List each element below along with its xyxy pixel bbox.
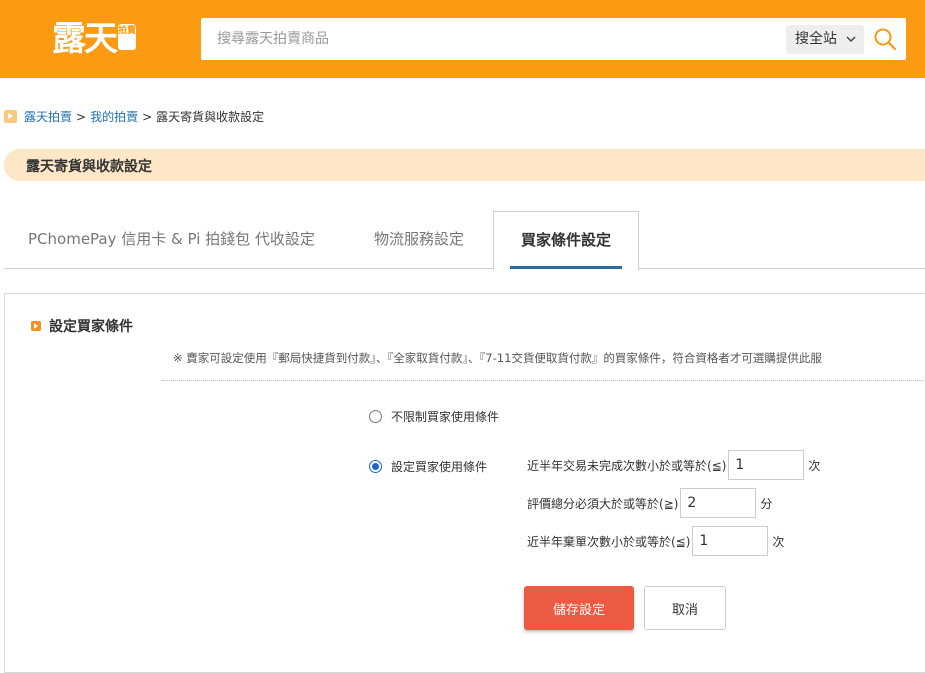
page-title: 露天寄貨與收款設定 — [26, 159, 152, 175]
dotted-divider — [162, 380, 925, 381]
condition-abandoned-orders: 近半年棄單次數小於或等於(≦) 次 — [527, 526, 784, 556]
search-scope-select[interactable]: 搜全站 — [786, 25, 864, 54]
rating-score-input[interactable] — [680, 488, 757, 518]
active-tab-indicator — [510, 266, 622, 269]
incomplete-transactions-input[interactable] — [728, 450, 805, 480]
radio-button[interactable] — [369, 410, 382, 423]
condition-rating-score: 評價總分必須大於或等於(≧) 分 — [527, 488, 772, 518]
section-title: 設定買家條件 — [49, 319, 133, 335]
condition-label: 評價總分必須大於或等於(≧) — [527, 496, 679, 511]
buyer-conditions-panel: 設定買家條件 ※ 賣家可設定使用『郵局快捷貨到付款』、『全家取貨付款』、『7-1… — [4, 293, 925, 673]
save-settings-button[interactable]: 儲存設定 — [524, 586, 634, 630]
breadcrumb-separator: > — [76, 109, 87, 124]
radio-button-selected[interactable] — [369, 460, 382, 473]
search-icon[interactable] — [873, 27, 897, 51]
chevron-down-icon — [846, 25, 856, 65]
tab-logistics-settings[interactable]: 物流服務設定 — [374, 211, 464, 269]
ruten-logo[interactable]: 露天 拍賣 — [52, 18, 136, 60]
play-arrow-icon — [31, 321, 41, 331]
condition-incomplete-transactions: 近半年交易未完成次數小於或等於(≦) 次 — [527, 450, 820, 480]
radio-unrestricted[interactable]: 不限制買家使用條件 — [369, 408, 499, 425]
tab-pchomepay-settings[interactable]: PChomePay 信用卡 & Pi 拍錢包 代收設定 — [28, 211, 315, 269]
logo-text: 露天 — [52, 19, 118, 59]
search-bar: 搜全站 — [201, 18, 906, 60]
search-scope-label: 搜全站 — [795, 31, 837, 47]
abandoned-orders-input[interactable] — [692, 526, 769, 556]
section-header: 設定買家條件 — [31, 316, 133, 336]
condition-label: 近半年交易未完成次數小於或等於(≦) — [527, 458, 727, 473]
breadcrumb-link-my-auction[interactable]: 我的拍賣 — [90, 108, 138, 125]
radio-unrestricted-label: 不限制買家使用條件 — [391, 410, 500, 424]
breadcrumb-link-ruten[interactable]: 露天拍賣 — [24, 108, 72, 125]
condition-unit: 分 — [760, 496, 773, 511]
tab-buyer-conditions[interactable]: 買家條件設定 — [493, 211, 639, 270]
breadcrumb: 露天拍賣 > 我的拍賣 > 露天寄貨與收款設定 — [4, 108, 264, 125]
condition-unit: 次 — [772, 534, 785, 549]
breadcrumb-separator: > — [142, 109, 153, 124]
tab-buyer-conditions-label: 買家條件設定 — [520, 231, 611, 249]
top-header: 露天 拍賣 搜全站 — [0, 0, 925, 78]
breadcrumb-current: 露天寄貨與收款設定 — [156, 110, 265, 124]
tab-bar: PChomePay 信用卡 & Pi 拍錢包 代收設定 物流服務設定 買家條件設… — [4, 211, 925, 270]
condition-unit: 次 — [808, 458, 821, 473]
radio-restricted-label: 設定買家使用條件 — [391, 460, 488, 474]
page-title-bar: 露天寄貨與收款設定 — [4, 149, 925, 181]
logo-badge: 拍賣 — [118, 24, 136, 50]
play-arrow-icon — [4, 110, 17, 123]
search-input[interactable] — [201, 18, 781, 60]
cancel-button[interactable]: 取消 — [644, 586, 726, 630]
section-note: ※ 賣家可設定使用『郵局快捷貨到付款』、『全家取貨付款』、『7-11交貨便取貨付… — [173, 351, 822, 365]
condition-label: 近半年棄單次數小於或等於(≦) — [527, 534, 691, 549]
radio-restricted[interactable]: 設定買家使用條件 — [369, 458, 487, 475]
